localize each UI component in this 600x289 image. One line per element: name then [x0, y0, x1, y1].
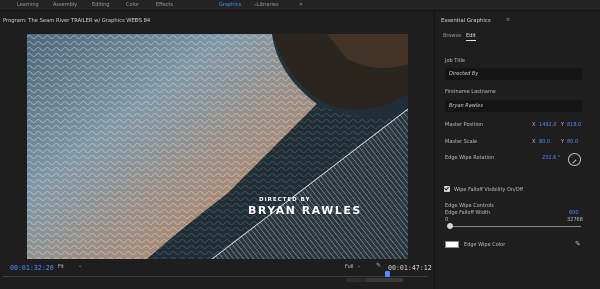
workspace-assembly[interactable]: Assembly: [53, 2, 77, 8]
edge-wipe-rotation-label: Edge Wipe Rotation: [445, 155, 495, 161]
edge-wipe-color-swatch[interactable]: [445, 241, 459, 248]
program-monitor: Program: The Seam River TRAILER w/ Graph…: [0, 12, 432, 289]
master-position-label: Master Position: [445, 122, 484, 128]
overlay-directed-by: DIRECTED BY: [259, 197, 311, 203]
chevron-down-icon: ⌄: [78, 263, 83, 269]
slider-max-label: 32768: [567, 217, 583, 223]
more-workspaces-icon[interactable]: »: [299, 1, 303, 8]
overlay-name: BRYAN RAWLES: [248, 204, 362, 217]
workspace-effects[interactable]: Effects: [156, 2, 173, 8]
essential-graphics-panel: Essential Graphics ≡ Browse Edit Job Tit…: [434, 12, 600, 289]
x-axis-label: X: [532, 139, 536, 145]
master-position-y[interactable]: 818.0: [567, 122, 581, 128]
program-title[interactable]: Program: The Seam River TRAILER w/ Graph…: [3, 18, 150, 24]
wrench-icon[interactable]: ✎: [376, 262, 381, 269]
edge-wipe-color-label: Edge Wipe Color: [464, 242, 506, 248]
edge-falloff-slider-track[interactable]: [449, 226, 581, 227]
edge-wipe-controls-label: Edge Wipe Controls: [445, 203, 494, 209]
zoom-scrollbar[interactable]: [346, 278, 404, 282]
master-position-x[interactable]: 1492.0: [539, 122, 557, 128]
name-field[interactable]: Bryan Rawles: [445, 100, 582, 112]
y-axis-label: Y: [561, 139, 565, 145]
edge-falloff-width-value[interactable]: 600: [569, 210, 579, 216]
tab-browse[interactable]: Browse: [443, 33, 461, 39]
essential-graphics-title[interactable]: Essential Graphics: [441, 18, 491, 24]
rotation-dial[interactable]: [568, 153, 581, 166]
zoom-scrollbar-thumb[interactable]: [366, 278, 402, 282]
workspace-graphics[interactable]: Graphics: [219, 2, 241, 8]
workspace-bar: Learning Assembly Editing Color Effects …: [0, 0, 600, 11]
video-frame-image: [27, 34, 408, 259]
master-scale-label: Master Scale: [445, 139, 478, 145]
zoom-select[interactable]: Fit: [58, 264, 64, 270]
wipe-falloff-label: Wipe Falloff Visibility On/Off: [454, 187, 524, 193]
workspace-libraries[interactable]: Libraries: [257, 2, 279, 8]
edge-wipe-rotation-value[interactable]: 232.6 °: [542, 155, 560, 161]
edge-falloff-width-label: Edge Falloff Width: [445, 210, 491, 216]
program-menu-icon[interactable]: ≡: [134, 17, 138, 23]
ruler-track: [3, 276, 428, 277]
y-axis-label: Y: [561, 122, 565, 128]
resolution-select[interactable]: Full: [345, 264, 354, 270]
x-axis-label: X: [532, 122, 536, 128]
workspace-color[interactable]: Color: [126, 2, 139, 8]
workspace-learning[interactable]: Learning: [17, 2, 39, 8]
video-frame[interactable]: DIRECTED BY BRYAN RAWLES: [27, 34, 408, 259]
master-scale-x[interactable]: 80.0: [539, 139, 550, 145]
eyedropper-icon[interactable]: ✎: [575, 240, 581, 248]
tab-edit[interactable]: Edit: [466, 33, 476, 41]
edge-falloff-slider-knob[interactable]: [447, 223, 453, 229]
job-title-value: Directed By: [449, 71, 479, 77]
playhead[interactable]: [385, 271, 390, 277]
panel-menu-icon[interactable]: ≡: [506, 17, 510, 23]
workspace-editing[interactable]: Editing: [92, 2, 109, 8]
time-ruler[interactable]: [0, 271, 431, 278]
master-scale-y[interactable]: 80.0: [567, 139, 578, 145]
job-title-field[interactable]: Directed By: [445, 68, 582, 80]
wipe-falloff-checkbox[interactable]: [444, 186, 450, 192]
job-title-label: Job Title: [445, 58, 466, 64]
slider-min-label: 0: [445, 217, 449, 223]
name-value: Bryan Rawles: [449, 103, 483, 109]
chevron-down-icon: ⌄: [357, 263, 362, 269]
name-label: Firstname Lastname: [445, 89, 496, 95]
